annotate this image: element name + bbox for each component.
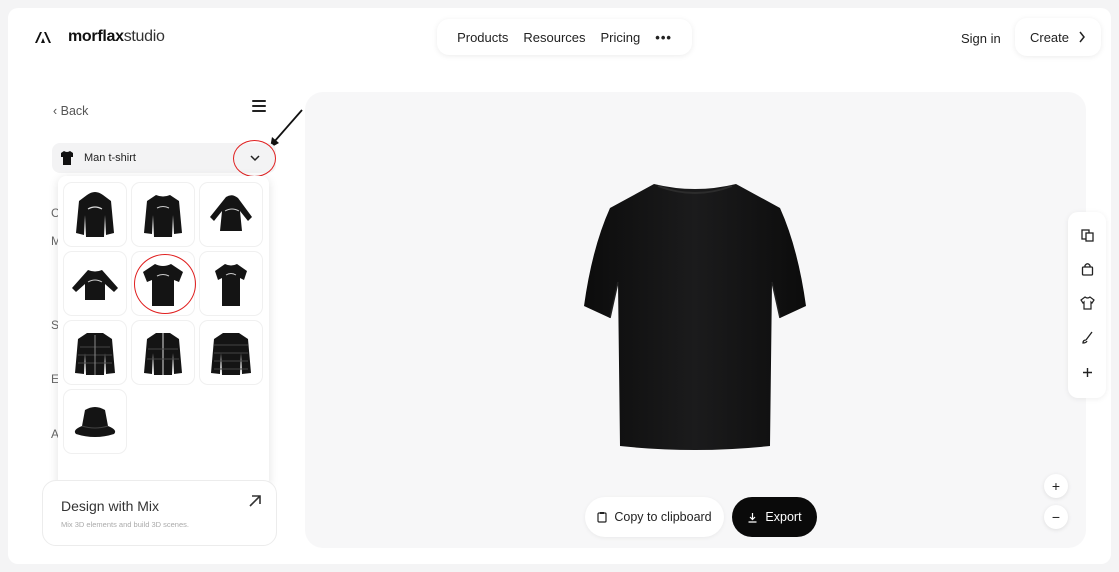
sign-in-link[interactable]: Sign in: [961, 31, 1001, 46]
side-toolbar: [1068, 212, 1106, 398]
product-grid: [64, 183, 262, 453]
hamburger-menu-icon[interactable]: [252, 100, 266, 112]
jacket-icon: [144, 332, 182, 375]
clipboard-icon: [597, 512, 607, 523]
nav-pricing[interactable]: Pricing: [601, 30, 641, 45]
product-tile-hoodie-front[interactable]: [64, 183, 126, 246]
sweatshirt-icon: [72, 269, 118, 300]
product-tile-puffer-jacket[interactable]: [200, 321, 262, 384]
tshirt-thumb-icon: [61, 151, 73, 165]
jacket-icon: [75, 332, 115, 375]
tshirt-icon: [215, 263, 247, 306]
product-tile-puffer-jacket-open[interactable]: [64, 321, 126, 384]
export-label: Export: [765, 510, 802, 524]
product-tile-sweatshirt[interactable]: [132, 183, 194, 246]
hoodie-icon: [76, 191, 114, 237]
brush-icon[interactable]: [1068, 320, 1106, 354]
nav-resources[interactable]: Resources: [523, 30, 585, 45]
create-button[interactable]: Create: [1015, 18, 1101, 56]
back-label: Back: [60, 104, 89, 118]
morflax-logo-icon: [35, 32, 51, 43]
zoom-in-button[interactable]: +: [1044, 474, 1068, 498]
chevron-left-icon: ‹: [53, 104, 61, 118]
product-tile-sweatshirt-flat[interactable]: [64, 252, 126, 315]
top-nav: Products Resources Pricing •••: [437, 19, 692, 55]
bag-icon[interactable]: [1068, 252, 1106, 286]
brand-name: morflaxstudio: [68, 28, 165, 46]
product-dropdown: [58, 176, 269, 487]
brand-bold: morflax: [68, 28, 124, 45]
arrow-up-right-icon: [249, 495, 261, 507]
copy-label: Copy to clipboard: [614, 510, 712, 524]
back-link[interactable]: ‹ Back: [53, 104, 88, 118]
sweatshirt-icon: [144, 194, 182, 237]
shirt-icon[interactable]: [1068, 286, 1106, 320]
more-icon[interactable]: •••: [655, 30, 672, 45]
nav-products[interactable]: Products: [457, 30, 508, 45]
zoom-out-button[interactable]: −: [1044, 505, 1068, 529]
product-tile-bomber-jacket[interactable]: [132, 321, 194, 384]
product-tile-bucket-hat[interactable]: [64, 390, 126, 453]
product-tile-tshirt[interactable]: [200, 252, 262, 315]
logo[interactable]: morflaxstudio: [32, 26, 165, 48]
create-label: Create: [1029, 29, 1070, 45]
tshirt-3d-model[interactable]: [584, 178, 806, 453]
plus-icon[interactable]: [1068, 355, 1106, 389]
export-button[interactable]: Export: [732, 497, 817, 537]
brand-light: studio: [123, 28, 165, 45]
highlight-circle-dropdown: [233, 140, 276, 177]
product-tile-hoodie-side[interactable]: [200, 183, 262, 246]
download-icon: [748, 512, 757, 523]
chevron-right-icon: [1079, 31, 1085, 43]
jacket-icon: [211, 332, 251, 375]
design-with-mix-card[interactable]: Design with Mix Mix 3D elements and buil…: [42, 480, 277, 546]
hoodie-icon: [210, 194, 252, 231]
bucket-hat-icon: [74, 406, 116, 437]
highlight-circle-tile: [134, 254, 196, 314]
design-card-title: Design with Mix: [61, 498, 160, 514]
copy-to-clipboard-button[interactable]: Copy to clipboard: [585, 497, 724, 537]
selected-product-label: Man t-shirt: [84, 152, 136, 164]
copy-icon[interactable]: [1068, 218, 1106, 252]
design-card-subtitle: Mix 3D elements and build 3D scenes.: [61, 520, 189, 529]
